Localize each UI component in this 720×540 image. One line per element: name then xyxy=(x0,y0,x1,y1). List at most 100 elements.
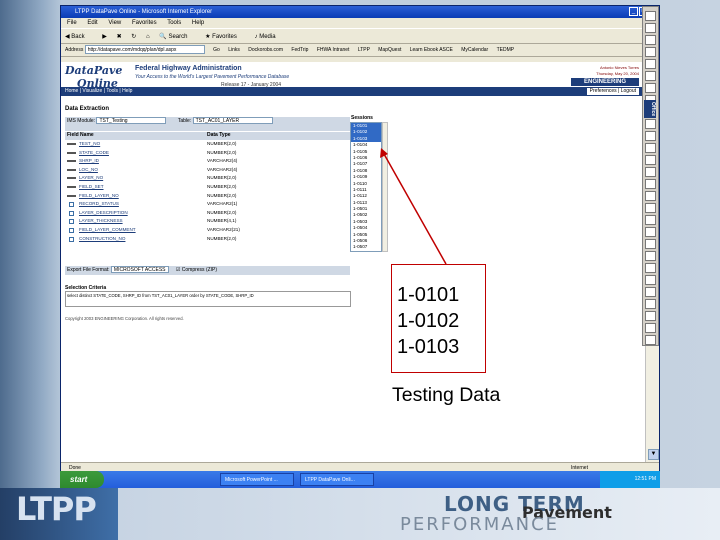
field-checkbox[interactable] xyxy=(69,202,74,208)
office-app-icon[interactable] xyxy=(645,215,656,225)
office-app-icon[interactable] xyxy=(645,167,656,177)
office-app-icon[interactable] xyxy=(645,155,656,165)
link-item[interactable]: FedTrip xyxy=(291,47,308,53)
link-item[interactable]: LTPP xyxy=(358,47,370,53)
link-item[interactable]: TEDMP xyxy=(497,47,515,53)
search-label: Search xyxy=(168,34,188,40)
field-row: SHRP_ID VARCHAR2(4) xyxy=(65,157,350,166)
link-item[interactable]: MyCalendar xyxy=(461,47,488,53)
taskbar-item-ie[interactable]: LTPP DataPave Onli... xyxy=(300,473,374,486)
field-name-link[interactable]: LAYER_NO xyxy=(79,175,103,180)
menu-view[interactable]: View xyxy=(108,20,121,26)
office-app-icon[interactable] xyxy=(645,47,656,57)
field-data-type: VARCHAR2(21) xyxy=(207,226,240,232)
home-icon[interactable]: ⌂ xyxy=(146,34,150,40)
callout-session-2: 1-0102 xyxy=(397,310,460,332)
field-name-link[interactable]: LOC_NO xyxy=(79,167,98,172)
compress-label: Compress (ZIP) xyxy=(181,267,218,273)
field-name-link[interactable]: SHRP_ID xyxy=(79,158,99,163)
menu-tools[interactable]: Tools xyxy=(167,20,181,26)
field-name-link[interactable]: RECORD_STATUS xyxy=(79,201,119,206)
office-app-icon[interactable] xyxy=(645,311,656,321)
field-name-link[interactable]: TEST_NO xyxy=(79,141,100,146)
link-item[interactable]: FHWA Intranet xyxy=(317,47,350,53)
go-button[interactable]: Go xyxy=(213,47,220,53)
field-checkbox[interactable] xyxy=(69,210,74,216)
office-app-icon[interactable] xyxy=(645,83,656,93)
ims-module-select[interactable]: TST_Testing xyxy=(96,117,167,124)
menu-file[interactable]: File xyxy=(67,20,77,26)
office-app-icon[interactable] xyxy=(645,251,656,261)
office-app-icon[interactable] xyxy=(645,131,656,141)
link-item[interactable]: MapQuest xyxy=(378,47,401,53)
export-format-select[interactable]: MICROSOFT ACCESS xyxy=(110,266,169,274)
field-data-type: NUMBER(2,0) xyxy=(207,235,237,241)
field-checkbox[interactable] xyxy=(69,227,74,233)
table-select[interactable]: TST_AC01_LAYER xyxy=(192,117,273,124)
menu-edit[interactable]: Edit xyxy=(87,20,97,26)
field-checkbox[interactable] xyxy=(69,219,74,225)
office-app-icon[interactable] xyxy=(645,299,656,309)
taskbar-item-powerpoint[interactable]: Microsoft PowerPoint ... xyxy=(220,473,294,486)
sessions-listbox[interactable]: 1-0101 1-0102 1-0103 1-0104 1-0105 1-0106 1-01… xyxy=(350,122,382,252)
favorites-label: Favorites xyxy=(212,34,237,40)
preferences-logout-links[interactable]: Preferences | Logout xyxy=(586,88,639,95)
key-icon xyxy=(67,185,76,188)
office-app-icon[interactable] xyxy=(645,143,656,153)
office-app-icon[interactable] xyxy=(645,323,656,333)
office-app-icon[interactable] xyxy=(645,335,656,345)
agency-name: Federal Highway Administration xyxy=(135,65,242,72)
office-app-icon[interactable] xyxy=(645,275,656,285)
stop-icon[interactable]: ✖ xyxy=(117,34,122,40)
criteria-textbox[interactable]: select distinct STATE_CODE, SHRP_ID from… xyxy=(65,291,351,307)
office-app-icon[interactable] xyxy=(645,71,656,81)
key-icon xyxy=(67,177,76,180)
field-name-link[interactable]: LAYER_THICKNESS xyxy=(79,218,123,223)
media-button[interactable]: ♪ Media xyxy=(255,34,284,40)
office-app-icon[interactable] xyxy=(645,263,656,273)
office-app-icon[interactable] xyxy=(645,59,656,69)
office-app-icon[interactable] xyxy=(645,191,656,201)
minimize-button[interactable]: _ xyxy=(629,7,638,16)
address-label: Address xyxy=(65,47,84,53)
favorites-button[interactable]: ★ Favorites xyxy=(205,34,245,40)
office-app-icon[interactable] xyxy=(645,179,656,189)
field-name-link[interactable]: FIELD_LAYER_COMMENT xyxy=(79,227,136,232)
search-button[interactable]: 🔍 Search xyxy=(159,34,195,40)
start-button[interactable]: start xyxy=(60,471,104,488)
section-title: Data Extraction xyxy=(65,106,110,112)
menu-favorites[interactable]: Favorites xyxy=(132,20,157,26)
field-checkbox[interactable] xyxy=(69,236,74,242)
menu-help[interactable]: Help xyxy=(192,20,204,26)
forward-button[interactable]: ▶ xyxy=(102,34,107,40)
office-app-icon[interactable] xyxy=(645,119,656,129)
field-name-link[interactable]: STATE_CODE xyxy=(79,150,109,155)
site-nav[interactable]: Home | Visualize | Tools | Help xyxy=(61,87,645,96)
field-name-link[interactable]: FIELD_SET xyxy=(79,184,104,189)
page-header: DataPave Online Federal Highway Administ… xyxy=(61,62,645,96)
sessions-label: Sessions xyxy=(351,115,373,121)
col-data-type: Data Type xyxy=(207,132,231,138)
address-input[interactable]: http://datapave.com/mdqq/plan/dpl.aspx xyxy=(84,45,205,55)
office-app-icon[interactable] xyxy=(645,35,656,45)
field-row: TEST_NO NUMBER(2,0) xyxy=(65,140,350,149)
session-item[interactable]: 1-0508 xyxy=(351,251,381,252)
field-name-link[interactable]: CONSTRUCTION_NO xyxy=(79,236,125,241)
office-app-icon[interactable] xyxy=(645,203,656,213)
field-table: Field Name Data Type TEST_NO NUMBER(2,0) STA… xyxy=(65,132,350,243)
link-item[interactable]: Learn Ebook ASCE xyxy=(410,47,453,53)
sessions-scrollbar[interactable] xyxy=(382,122,388,252)
link-item[interactable]: Dockorobs.com xyxy=(248,47,283,53)
field-name-link[interactable]: FIELD_LAYER_NO xyxy=(79,193,119,198)
office-app-icon[interactable] xyxy=(645,23,656,33)
scroll-down-icon[interactable]: ▼ xyxy=(648,449,659,460)
back-button[interactable]: ◀ Back xyxy=(65,34,93,40)
office-app-icon[interactable] xyxy=(645,287,656,297)
refresh-icon[interactable]: ↻ xyxy=(131,34,136,40)
office-app-icon[interactable] xyxy=(645,227,656,237)
key-icon xyxy=(67,194,76,197)
compress-checkbox[interactable]: ☑ xyxy=(176,267,180,273)
office-app-icon[interactable] xyxy=(645,239,656,249)
office-app-icon[interactable] xyxy=(645,11,656,21)
field-name-link[interactable]: LAYER_DESCRIPTION xyxy=(79,210,128,215)
